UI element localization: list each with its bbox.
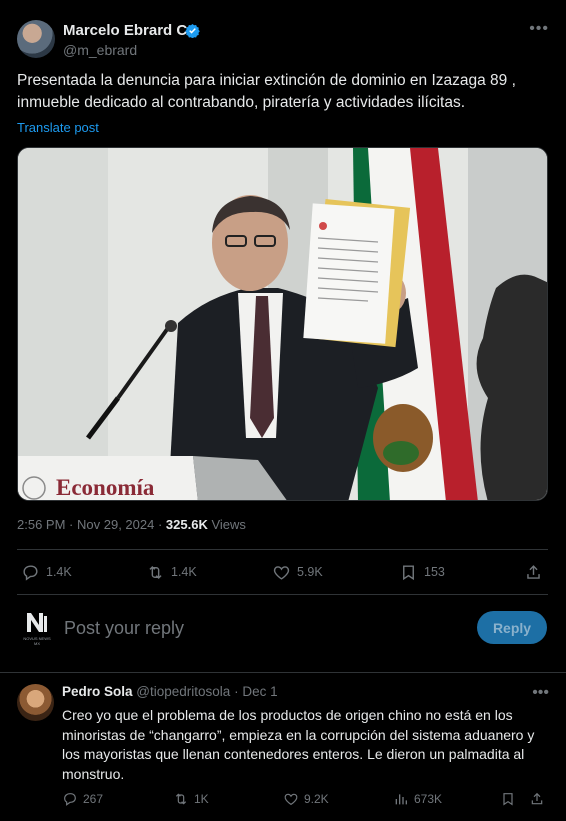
reply-views-action[interactable]: 673K xyxy=(393,791,442,807)
divider xyxy=(17,594,548,595)
views-label: Views xyxy=(211,517,246,532)
repost-action[interactable]: 1.4K xyxy=(146,560,197,584)
share-action[interactable] xyxy=(524,560,543,584)
reply-icon xyxy=(23,564,38,581)
bookmark-action[interactable]: 153 xyxy=(399,560,445,584)
like-action[interactable]: 5.9K xyxy=(272,560,323,584)
share-icon xyxy=(531,792,543,805)
reply-composer: NOVUS NEWS MX Reply xyxy=(0,600,566,658)
reply-views-count: 673K xyxy=(414,792,443,806)
reply-reply-count: 267 xyxy=(83,792,104,806)
reply-author-handle[interactable]: @tiopedritosola xyxy=(136,684,230,699)
reply-text: Creo yo que el problema de los productos… xyxy=(62,707,535,782)
bookmark-icon xyxy=(403,564,414,580)
reply-reply-action[interactable]: 267 xyxy=(62,791,103,807)
repost-icon xyxy=(175,793,187,805)
share-icon xyxy=(527,564,540,579)
reply-like-action[interactable]: 9.2K xyxy=(283,791,329,807)
repost-count: 1.4K xyxy=(171,565,197,579)
post-photo[interactable]: Economía xyxy=(17,147,548,501)
divider xyxy=(0,672,566,673)
post-time[interactable]: 2:56 PM xyxy=(17,517,65,532)
author-name[interactable]: Marcelo Ebrard C. xyxy=(63,22,191,39)
document xyxy=(303,198,411,348)
repost-icon xyxy=(149,565,162,579)
reply-author-name[interactable]: Pedro Sola xyxy=(62,684,133,699)
more-options-icon[interactable]: ••• xyxy=(529,20,549,38)
views-count: 325.6K xyxy=(165,517,208,532)
heart-icon xyxy=(273,565,290,580)
reply-actions: 267 1K 9.2K 673K xyxy=(62,791,549,811)
podium-label: Economía xyxy=(56,475,155,500)
reply-icon xyxy=(64,793,76,806)
reply-button[interactable]: Reply xyxy=(477,611,547,644)
reply-repost-count: 1K xyxy=(194,792,209,806)
reply-share-action[interactable] xyxy=(529,791,545,807)
divider xyxy=(17,549,548,550)
reply-date[interactable]: Dec 1 xyxy=(242,684,277,699)
bookmark-count: 153 xyxy=(424,565,445,579)
reply-bookmark-action[interactable] xyxy=(500,791,516,807)
bookmark-icon xyxy=(503,793,513,806)
reply-more-options-icon[interactable]: ••• xyxy=(532,684,549,702)
reply-repost-action[interactable]: 1K xyxy=(173,791,209,807)
views-chart-icon xyxy=(395,794,407,805)
post-date[interactable]: Nov 29, 2024 xyxy=(77,517,154,532)
post-actions: 1.4K 1.4K 5.9K 153 xyxy=(17,560,548,584)
post-text: Presentada la denuncia para iniciar exti… xyxy=(17,72,516,111)
reply-author-avatar[interactable] xyxy=(17,684,54,721)
translate-post-link[interactable]: Translate post xyxy=(17,120,99,135)
post-metadata: 2:56 PM · Nov 29, 2024 · 325.6K Views xyxy=(17,517,246,532)
reply-count: 1.4K xyxy=(46,565,72,579)
author-avatar[interactable] xyxy=(17,20,55,58)
verified-badge-icon xyxy=(185,23,200,38)
photo-illustration xyxy=(18,148,547,500)
post-header: Marcelo Ebrard C. @m_ebrard ••• xyxy=(17,18,549,58)
reply-action[interactable]: 1.4K xyxy=(21,560,72,584)
reply-like-count: 9.2K xyxy=(304,792,329,806)
logo-caption: NOVUS NEWS MX xyxy=(23,636,51,646)
like-count: 5.9K xyxy=(297,565,323,579)
reply-header: Pedro Sola @tiopedritosola · Dec 1 xyxy=(62,684,278,699)
author-handle[interactable]: @m_ebrard xyxy=(63,42,137,58)
heart-icon xyxy=(284,793,298,806)
reply-input[interactable] xyxy=(64,616,444,640)
